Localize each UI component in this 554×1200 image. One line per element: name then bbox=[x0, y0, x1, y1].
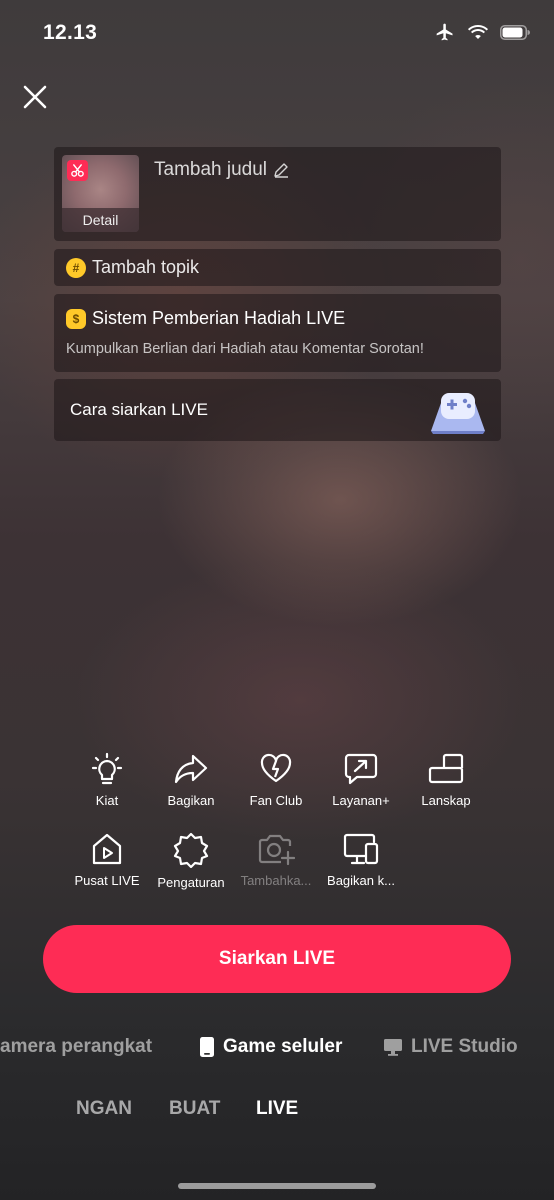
mode-device-camera[interactable]: amera perangkat bbox=[0, 1036, 152, 1058]
close-button[interactable] bbox=[18, 80, 52, 114]
pencil-icon bbox=[274, 163, 289, 178]
go-live-label: Siarkan LIVE bbox=[218, 948, 336, 969]
tool-landscape-label: Lanskap bbox=[421, 793, 471, 808]
tool-services-label: Layanan+ bbox=[332, 793, 390, 808]
tab-live[interactable]: LIVE bbox=[256, 1098, 298, 1120]
title-placeholder: Tambah judul bbox=[154, 159, 268, 180]
how-to-live-label: Cara siarkan LIVE bbox=[70, 400, 208, 419]
live-mode-selector: amera perangkat Game seluler LIVE Studio bbox=[0, 1036, 554, 1066]
live-center-icon bbox=[92, 833, 122, 865]
tool-services[interactable]: Layanan+ bbox=[318, 752, 404, 808]
tab-create[interactable]: BUAT bbox=[169, 1098, 220, 1120]
phone-icon bbox=[200, 1037, 214, 1057]
home-indicator bbox=[178, 1183, 376, 1189]
tool-share[interactable]: Bagikan bbox=[148, 752, 234, 808]
tab-ngan[interactable]: NGAN bbox=[76, 1098, 132, 1120]
add-topic-button[interactable]: # Tambah topik bbox=[54, 249, 501, 286]
mode-live-studio[interactable]: LIVE Studio bbox=[383, 1036, 518, 1058]
gift-system-card[interactable]: $ Sistem Pemberian Hadiah LIVE Kumpulkan… bbox=[54, 294, 501, 372]
title-card: Detail Tambah judul bbox=[54, 147, 501, 241]
game-controller-icon bbox=[431, 393, 485, 434]
gift-system-subtitle: Kumpulkan Berlian dari Hadiah atau Komen… bbox=[66, 341, 424, 357]
monitor-icon bbox=[384, 1039, 402, 1056]
tool-add-camera-label: Tambahka... bbox=[240, 873, 312, 888]
mode-device-camera-label: amera perangkat bbox=[0, 1036, 153, 1057]
mode-live-studio-label: LIVE Studio bbox=[411, 1036, 518, 1057]
tool-share-screen[interactable]: Bagikan k... bbox=[318, 832, 404, 888]
close-icon bbox=[23, 85, 47, 109]
tool-fan-club[interactable]: Fan Club bbox=[233, 752, 319, 808]
how-to-live-card[interactable]: Cara siarkan LIVE bbox=[54, 379, 501, 441]
lightbulb-icon bbox=[91, 752, 123, 785]
gear-icon bbox=[173, 832, 209, 868]
tool-fan-club-label: Fan Club bbox=[249, 793, 303, 808]
status-icons bbox=[434, 22, 530, 42]
cover-thumbnail[interactable]: Detail bbox=[62, 155, 139, 232]
chat-arrow-icon bbox=[344, 753, 378, 785]
share-screen-icon bbox=[343, 833, 379, 865]
tool-share-label: Bagikan bbox=[167, 793, 215, 808]
landscape-icon bbox=[428, 753, 464, 784]
money-bag-icon: $ bbox=[66, 308, 86, 329]
mode-mobile-game[interactable]: Game seluler bbox=[199, 1036, 342, 1058]
tool-share-screen-label: Bagikan k... bbox=[327, 873, 395, 888]
tool-tips[interactable]: Kiat bbox=[64, 752, 150, 808]
status-bar: 12.13 bbox=[0, 0, 554, 66]
tool-settings[interactable]: Pengaturan bbox=[148, 832, 234, 890]
tool-live-center-label: Pusat LIVE bbox=[74, 873, 140, 888]
heart-icon bbox=[260, 753, 292, 783]
tool-landscape[interactable]: Lanskap bbox=[403, 752, 489, 808]
wifi-icon bbox=[468, 25, 488, 39]
thumbnail-detail-label: Detail bbox=[62, 208, 139, 232]
hashtag-icon: # bbox=[66, 257, 86, 278]
go-live-button[interactable]: Siarkan LIVE bbox=[43, 925, 511, 993]
scissors-icon bbox=[67, 160, 88, 181]
add-topic-label: Tambah topik bbox=[92, 257, 200, 277]
bottom-tabs: NGAN BUAT LIVE bbox=[0, 1098, 554, 1126]
tool-live-center[interactable]: Pusat LIVE bbox=[64, 832, 150, 888]
tool-tips-label: Kiat bbox=[95, 793, 119, 808]
gift-system-title: Sistem Pemberian Hadiah LIVE bbox=[92, 308, 346, 328]
airplane-icon bbox=[436, 23, 453, 41]
status-time: 12.13 bbox=[43, 21, 98, 44]
tool-settings-label: Pengaturan bbox=[157, 875, 225, 890]
title-input[interactable]: Tambah judul bbox=[154, 159, 289, 181]
tool-add-camera[interactable]: Tambahka... bbox=[233, 832, 319, 888]
mode-mobile-game-label: Game seluler bbox=[223, 1036, 343, 1057]
battery-icon bbox=[500, 24, 530, 40]
camera-add-icon bbox=[258, 834, 295, 866]
share-icon bbox=[174, 754, 208, 784]
